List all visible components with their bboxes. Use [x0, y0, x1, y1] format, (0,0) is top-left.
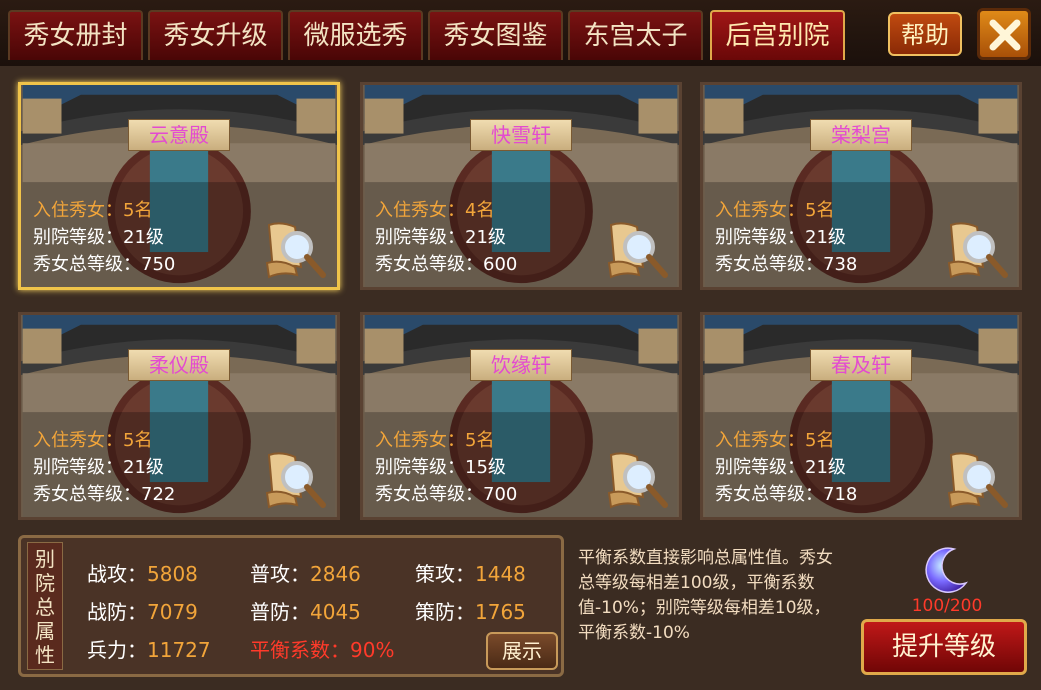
- total-level: 秀女总等级：600: [375, 254, 518, 275]
- game-screen: 秀女册封 秀女升级 微服选秀 秀女图鉴 东宫太子 后宫别院 帮助 云意殿 入住秀…: [0, 0, 1041, 690]
- courtyard-level: 别院等级：21级: [715, 227, 846, 248]
- courtyard-name: 饮缘轩: [470, 349, 572, 381]
- stat-label: 策攻：: [415, 562, 475, 586]
- courtyard-info: 入住秀女：5名 别院等级：21级 秀女总等级：722: [33, 427, 175, 508]
- resident-count: 入住秀女：5名: [715, 200, 835, 221]
- courtyard-card[interactable]: 云意殿 入住秀女：5名 别院等级：21级 秀女总等级：750: [18, 82, 340, 290]
- resident-count: 入住秀女：5名: [33, 430, 153, 451]
- courtyard-card[interactable]: 棠梨宫 入住秀女：5名 别院等级：21级 秀女总等级：738: [700, 82, 1022, 290]
- stat-value: 2846: [310, 562, 361, 586]
- tab-donggong-taizi[interactable]: 东宫太子: [568, 10, 703, 60]
- resident-count: 入住秀女：5名: [33, 200, 153, 221]
- magnifier-scroll-icon[interactable]: [603, 219, 671, 281]
- attribute-stat: 普防：4045: [250, 596, 361, 625]
- attribute-stat: 平衡系数：90%: [250, 634, 394, 663]
- tab-xiunv-cefeng[interactable]: 秀女册封: [8, 10, 143, 60]
- total-level: 秀女总等级：722: [33, 484, 176, 505]
- courtyard-card[interactable]: 柔仪殿 入住秀女：5名 别院等级：21级 秀女总等级：722: [18, 312, 340, 520]
- courtyard-level: 别院等级：21级: [33, 457, 164, 478]
- resident-count: 入住秀女：4名: [375, 200, 495, 221]
- tab-xiunv-tujian[interactable]: 秀女图鉴: [428, 10, 563, 60]
- courtyard-info: 入住秀女：5名 别院等级：15级 秀女总等级：700: [375, 427, 517, 508]
- magnifier-scroll-icon[interactable]: [261, 449, 329, 511]
- attribute-stat: 策防：1765: [415, 596, 526, 625]
- stat-value: 4045: [310, 600, 361, 624]
- attribute-stat: 普攻：2846: [250, 558, 361, 587]
- stat-value: 90%: [350, 638, 395, 662]
- courtyard-name: 棠梨宫: [810, 119, 912, 151]
- courtyard-level: 别院等级：21级: [715, 457, 846, 478]
- stat-label: 普防：: [250, 600, 310, 624]
- stat-label: 策防：: [415, 600, 475, 624]
- attribute-stat: 兵力：11727: [87, 634, 211, 663]
- tab-weifu-xuanxiu[interactable]: 微服选秀: [288, 10, 423, 60]
- courtyard-level: 别院等级：21级: [375, 227, 506, 248]
- close-button[interactable]: [977, 8, 1031, 60]
- magnifier-scroll-icon[interactable]: [261, 219, 329, 281]
- total-level: 秀女总等级：700: [375, 484, 518, 505]
- courtyard-info: 入住秀女：5名 别院等级：21级 秀女总等级：750: [33, 197, 175, 278]
- item-counter: 100/200: [911, 596, 983, 616]
- tab-xiunv-shengji[interactable]: 秀女升级: [148, 10, 283, 60]
- stat-value: 11727: [147, 638, 211, 662]
- attribute-stat: 战防：7079: [87, 596, 198, 625]
- stat-label: 兵力：: [87, 638, 147, 662]
- resident-count: 入住秀女：5名: [375, 430, 495, 451]
- courtyard-name: 快雪轩: [470, 119, 572, 151]
- courtyard-info: 入住秀女：5名 别院等级：21级 秀女总等级：738: [715, 197, 857, 278]
- courtyard-level: 别院等级：21级: [33, 227, 164, 248]
- tab-hougong-bieyuan[interactable]: 后宫别院: [710, 10, 845, 60]
- stat-value: 7079: [147, 600, 198, 624]
- show-button[interactable]: 展示: [486, 632, 558, 670]
- stat-label: 战攻：: [87, 562, 147, 586]
- attribute-stat: 策攻：1448: [415, 558, 526, 587]
- courtyard-name: 云意殿: [128, 119, 230, 151]
- courtyard-card[interactable]: 快雪轩 入住秀女：4名 别院等级：21级 秀女总等级：600: [360, 82, 682, 290]
- courtyard-name: 春及轩: [810, 349, 912, 381]
- courtyard-level: 别院等级：15级: [375, 457, 506, 478]
- help-button[interactable]: 帮助: [888, 12, 962, 56]
- upgrade-button[interactable]: 提升等级: [861, 619, 1027, 675]
- stat-value: 1448: [475, 562, 526, 586]
- balance-description: 平衡系数直接影响总属性值。秀女总等级每相差100级，平衡系数值-10%；别院等级…: [578, 548, 833, 643]
- stat-label: 平衡系数：: [250, 638, 350, 662]
- stat-value: 1765: [475, 600, 526, 624]
- resident-count: 入住秀女：5名: [715, 430, 835, 451]
- total-level: 秀女总等级：750: [33, 254, 176, 275]
- magnifier-scroll-icon[interactable]: [603, 449, 671, 511]
- crescent-moon-icon: [925, 547, 969, 593]
- courtyard-card[interactable]: 春及轩 入住秀女：5名 别院等级：21级 秀女总等级：718: [700, 312, 1022, 520]
- stat-value: 5808: [147, 562, 198, 586]
- tab-bar: 秀女册封 秀女升级 微服选秀 秀女图鉴 东宫太子 后宫别院 帮助: [0, 0, 1041, 69]
- stat-label: 战防：: [87, 600, 147, 624]
- magnifier-scroll-icon[interactable]: [943, 449, 1011, 511]
- close-icon: [989, 19, 1021, 51]
- courtyard-info: 入住秀女：4名 别院等级：21级 秀女总等级：600: [375, 197, 517, 278]
- courtyard-card[interactable]: 饮缘轩 入住秀女：5名 别院等级：15级 秀女总等级：700: [360, 312, 682, 520]
- courtyard-name: 柔仪殿: [128, 349, 230, 381]
- stat-label: 普攻：: [250, 562, 310, 586]
- magnifier-scroll-icon[interactable]: [943, 219, 1011, 281]
- total-level: 秀女总等级：718: [715, 484, 858, 505]
- attributes-title: 别院总属性: [27, 542, 63, 670]
- attribute-stat: 战攻：5808: [87, 558, 198, 587]
- total-level: 秀女总等级：738: [715, 254, 858, 275]
- courtyard-info: 入住秀女：5名 别院等级：21级 秀女总等级：718: [715, 427, 857, 508]
